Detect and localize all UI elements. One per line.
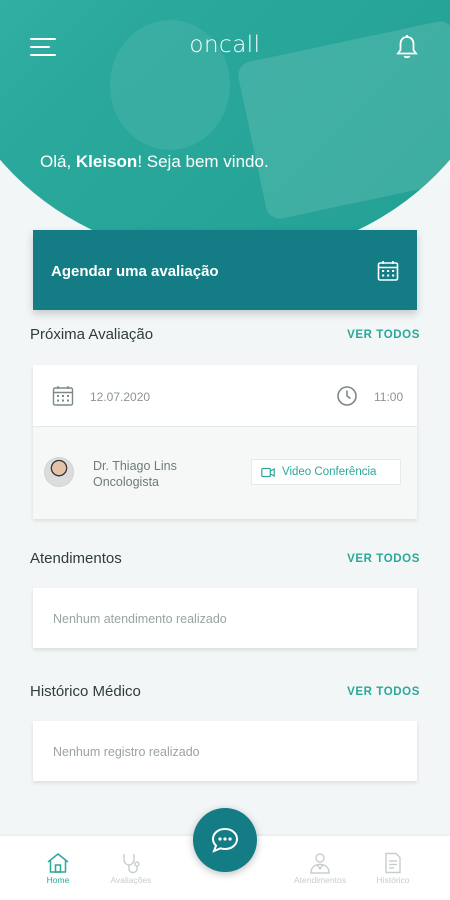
stethoscope-icon bbox=[123, 854, 140, 874]
nav-item-home[interactable]: Home bbox=[18, 836, 98, 900]
next-evaluation-card[interactable]: 12.07.2020 11:00 Dr. Thiago Lins Oncolog… bbox=[33, 365, 417, 519]
next-evaluation-title: Próxima Avaliação bbox=[30, 326, 154, 343]
appointment-time: 11:00 bbox=[374, 390, 404, 404]
next-evaluation-see-all-link[interactable]: VER TODOS bbox=[347, 329, 420, 341]
chat-icon bbox=[211, 827, 239, 853]
medical-history-title: Histórico Médico bbox=[30, 683, 141, 700]
nav-item-attendances[interactable]: Atendimentos bbox=[280, 836, 360, 900]
doctor-info: Dr. Thiago Lins Oncologista bbox=[93, 458, 177, 490]
user-name: Kleison bbox=[75, 152, 138, 171]
calendar-icon bbox=[377, 261, 399, 281]
home-icon bbox=[47, 853, 69, 873]
clock-icon bbox=[337, 386, 357, 406]
nav-item-evaluations[interactable]: Avaliações bbox=[91, 836, 171, 900]
attendances-empty-text: Nenhum atendimento realizado bbox=[53, 612, 227, 626]
doctor-avatar bbox=[44, 457, 74, 487]
attendances-see-all-link[interactable]: VER TODOS bbox=[347, 553, 420, 565]
medical-history-empty-text: Nenhum registro realizado bbox=[53, 745, 200, 759]
video-conference-button[interactable]: Video Conferência bbox=[251, 459, 401, 485]
doctor-name: Dr. Thiago Lins bbox=[93, 459, 177, 473]
schedule-evaluation-button[interactable]: Agendar uma avaliação bbox=[33, 230, 417, 310]
top-bar: oncall bbox=[0, 0, 450, 96]
doctor-specialty: Oncologista bbox=[93, 475, 160, 489]
greeting: Olá, Kleison! Seja bem vindo. bbox=[40, 152, 269, 171]
chat-fab-button[interactable] bbox=[193, 808, 257, 872]
bell-icon[interactable] bbox=[395, 34, 419, 60]
app-logo: oncall bbox=[189, 32, 261, 58]
nav-label-attendances: Atendimentos bbox=[294, 875, 346, 885]
video-conference-label: Video Conferência bbox=[282, 466, 377, 478]
appointment-doctor-row: Dr. Thiago Lins Oncologista Video Confer… bbox=[33, 427, 417, 519]
appointment-date: 12.07.2020 bbox=[90, 390, 151, 404]
document-icon bbox=[385, 852, 401, 874]
nav-item-history[interactable]: Histórico bbox=[353, 836, 433, 900]
video-camera-icon bbox=[261, 467, 275, 478]
appointment-datetime-row: 12.07.2020 11:00 bbox=[33, 365, 417, 427]
medical-history-see-all-link[interactable]: VER TODOS bbox=[347, 686, 420, 698]
attendances-card: Nenhum atendimento realizado bbox=[33, 588, 417, 648]
attendances-title: Atendimentos bbox=[30, 550, 122, 567]
medical-history-card: Nenhum registro realizado bbox=[33, 721, 417, 781]
nav-label-home: Home bbox=[46, 875, 70, 885]
schedule-evaluation-label: Agendar uma avaliação bbox=[51, 263, 219, 280]
doctor-icon bbox=[310, 853, 330, 874]
nav-label-evaluations: Avaliações bbox=[110, 875, 152, 885]
calendar-icon bbox=[52, 386, 74, 406]
nav-label-history: Histórico bbox=[376, 875, 410, 885]
